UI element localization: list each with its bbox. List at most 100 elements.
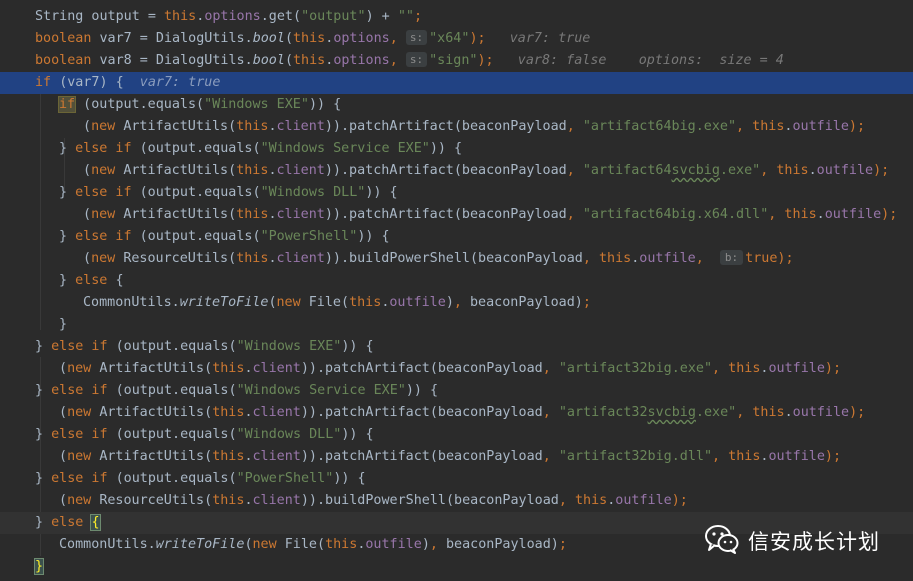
code-token: (output.equals( — [139, 229, 261, 244]
code-text: } else if (output.equals("Windows DLL"))… — [59, 182, 398, 204]
code-token: this — [574, 493, 608, 508]
code-token: boolean — [35, 53, 100, 68]
code-token: "Windows EXE" — [236, 339, 342, 354]
code-text: } else if (output.equals("PowerShell")) … — [59, 226, 390, 248]
code-token: ArtifactUtils( — [123, 207, 237, 222]
code-token: new — [67, 493, 100, 508]
code-line[interactable]: (new ArtifactUtils(this.client)).patchAr… — [0, 116, 913, 138]
code-token: (output.equals( — [115, 339, 237, 354]
code-token: )).buildPowerShell(beaconPayload — [300, 493, 559, 508]
code-token: outfile — [639, 251, 696, 266]
code-token: ; — [413, 9, 422, 24]
code-token: "Windows DLL" — [236, 427, 342, 442]
code-token: ( — [59, 449, 68, 464]
code-line[interactable]: if (var7) { var7: true — [0, 72, 913, 94]
code-token: ( — [244, 537, 253, 552]
code-token: "output" — [301, 9, 366, 24]
code-text: } else if (output.equals("Windows Servic… — [59, 138, 462, 160]
code-token: )) { — [357, 229, 390, 244]
code-line[interactable]: String output = this.options.get("output… — [0, 6, 913, 28]
code-line[interactable]: (new ArtifactUtils(this.client)).patchAr… — [0, 204, 913, 226]
code-token: else if — [51, 339, 116, 354]
wechat-icon — [704, 524, 740, 558]
code-token: else if — [51, 383, 116, 398]
code-line[interactable]: } else if (output.equals("PowerShell")) … — [0, 468, 913, 490]
code-token: ; — [582, 295, 591, 310]
code-line[interactable]: } — [0, 556, 913, 578]
code-token: "x64" — [429, 31, 470, 46]
code-text: } else if (output.equals("Windows Servic… — [35, 380, 438, 402]
code-text: (new ResourceUtils(this.client)).buildPo… — [59, 490, 688, 512]
code-token: )).patchArtifact(beaconPayload — [300, 405, 543, 420]
code-token: .exe" — [719, 163, 761, 178]
code-token: new — [91, 119, 124, 134]
code-line[interactable]: boolean var7 = DialogUtils.bool(this.opt… — [0, 28, 913, 50]
code-line[interactable]: } else if (output.equals("PowerShell")) … — [0, 226, 913, 248]
code-token: , — [582, 251, 599, 266]
param-hint: b: — [719, 250, 744, 265]
code-line[interactable]: CommonUtils.writeToFile(new File(this.ou… — [0, 292, 913, 314]
code-token: this — [164, 9, 197, 24]
code-token: ( — [59, 493, 68, 508]
code-token: )) { — [341, 427, 374, 442]
code-token: } — [35, 515, 52, 530]
code-token: ArtifactUtils( — [99, 361, 213, 376]
code-token: "artifact64 — [582, 163, 672, 178]
code-token: new — [91, 251, 124, 266]
code-token: "Windows DLL" — [260, 185, 366, 200]
code-token: , — [736, 405, 753, 420]
code-token: , — [760, 163, 777, 178]
code-line[interactable]: } else if (output.equals("Windows DLL"))… — [0, 424, 913, 446]
code-token: this — [728, 361, 761, 376]
code-line[interactable]: } else if (output.equals("Windows Servic… — [0, 138, 913, 160]
code-token: , — [695, 251, 712, 266]
code-token: , — [389, 53, 398, 68]
code-line[interactable]: } — [0, 314, 913, 336]
code-token: } — [59, 273, 76, 288]
code-token: this — [349, 295, 382, 310]
code-token: this — [784, 207, 817, 222]
code-token: svcbig — [647, 405, 696, 420]
code-text: (new ArtifactUtils(this.client)).patchAr… — [83, 116, 865, 138]
code-token: bool — [252, 53, 285, 68]
code-editor[interactable]: String output = this.options.get("output… — [0, 0, 913, 581]
code-token: ); — [777, 251, 794, 266]
code-token: } — [59, 317, 68, 332]
code-line[interactable]: (new ArtifactUtils(this.client)).patchAr… — [0, 402, 913, 424]
code-token: . — [244, 493, 253, 508]
code-token: .exe" — [695, 405, 737, 420]
code-token: ArtifactUtils( — [123, 119, 237, 134]
code-token: client — [276, 251, 325, 266]
code-token: } — [35, 339, 52, 354]
code-line[interactable]: (new ResourceUtils(this.client)).buildPo… — [0, 248, 913, 270]
code-token: )).patchArtifact(beaconPayload — [300, 361, 543, 376]
code-token: ); — [824, 449, 842, 464]
code-token: ( — [83, 207, 92, 222]
code-line[interactable]: boolean var8 = DialogUtils.bool(this.opt… — [0, 50, 913, 72]
code-token: , — [558, 493, 575, 508]
code-token: ArtifactUtils( — [99, 405, 213, 420]
code-token: ); — [469, 31, 486, 46]
code-text: if (var7) { var7: true — [35, 72, 220, 94]
code-text: } else if (output.equals("PowerShell")) … — [35, 468, 366, 490]
code-token: else — [75, 273, 116, 288]
code-token: )).patchArtifact(beaconPayload — [324, 163, 567, 178]
code-token: "artifact64big.exe" — [582, 119, 737, 134]
code-line[interactable]: (new ResourceUtils(this.client)).buildPo… — [0, 490, 913, 512]
code-line[interactable]: (new ArtifactUtils(this.client)).patchAr… — [0, 160, 913, 182]
code-line[interactable]: if (output.equals("Windows EXE")) { — [0, 94, 913, 116]
watermark: 信安成长计划 — [704, 524, 880, 558]
code-token: client — [276, 163, 325, 178]
code-token: new — [252, 537, 285, 552]
code-token: ) — [421, 537, 430, 552]
code-token: . — [244, 361, 253, 376]
code-line[interactable]: } else { — [0, 270, 913, 292]
code-line[interactable]: (new ArtifactUtils(this.client)).patchAr… — [0, 358, 913, 380]
code-token: client — [252, 361, 301, 376]
code-token: var8 = DialogUtils. — [99, 53, 253, 68]
code-line[interactable]: (new ArtifactUtils(this.client)).patchAr… — [0, 446, 913, 468]
code-line[interactable]: } else if (output.equals("Windows Servic… — [0, 380, 913, 402]
code-token: else if — [75, 229, 140, 244]
code-line[interactable]: } else if (output.equals("Windows DLL"))… — [0, 182, 913, 204]
code-line[interactable]: } else if (output.equals("Windows EXE"))… — [0, 336, 913, 358]
